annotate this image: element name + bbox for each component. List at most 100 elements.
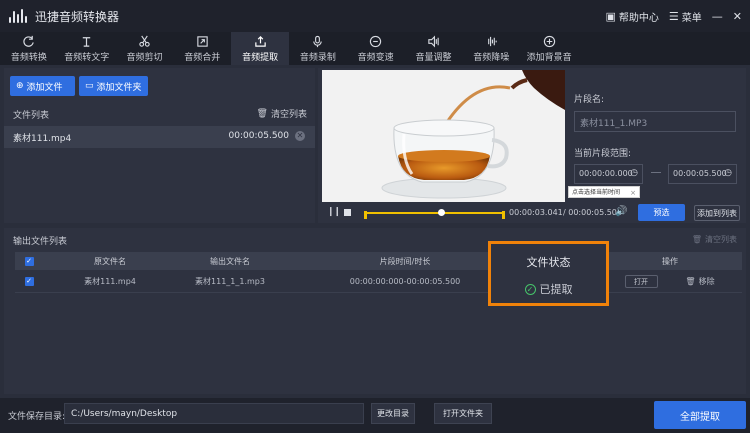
minimize-icon[interactable]: — bbox=[712, 10, 723, 23]
remove-file-icon[interactable]: ✕ bbox=[295, 131, 305, 141]
save-dir-label: 文件保存目录: bbox=[8, 412, 66, 422]
tab-audio-convert[interactable]: 音频转换 bbox=[0, 32, 58, 65]
text-icon bbox=[82, 36, 91, 47]
tooltip-close-icon[interactable]: × bbox=[630, 187, 636, 199]
row-select-cell: ✓ bbox=[15, 271, 43, 292]
trash-icon: 🗑 bbox=[256, 108, 268, 119]
table-row[interactable]: ✓ 素材111.mp4 素材111_1_1.mp3 00:00:00:000-0… bbox=[15, 271, 742, 293]
clear-output-button[interactable]: 🗑 清空列表 bbox=[692, 234, 737, 245]
current-time: 00:00:03.041 bbox=[509, 208, 563, 217]
tab-noise-reduce[interactable]: 音频降噪 bbox=[462, 32, 520, 65]
tab-audio-speed[interactable]: 音频变速 bbox=[347, 32, 405, 65]
range-end-field[interactable]: 00:00:05.500 ◷ bbox=[668, 164, 737, 184]
total-time: / 00:00:05.504 bbox=[563, 208, 622, 217]
source-file-panel: ⊕ 添加文件 ▭ 添加文件夹 文件列表 🗑 清空列表 素材111.mp4 00:… bbox=[4, 68, 315, 223]
clear-output-label: 清空列表 bbox=[705, 235, 737, 244]
change-dir-button[interactable]: 更改目录 bbox=[371, 403, 415, 424]
trash-icon: 🗑 bbox=[691, 235, 702, 244]
row-open-cell: 打开 bbox=[615, 271, 667, 292]
row-time-range: 00:00:00:000-00:00:05.500 bbox=[349, 277, 461, 286]
col-actions: 操作 bbox=[662, 256, 678, 266]
tab-audio-to-text[interactable]: 音频转文字 bbox=[58, 32, 116, 65]
open-button[interactable]: 打开 bbox=[624, 275, 658, 288]
remove-label: 移除 bbox=[698, 277, 715, 286]
file-duration: 00:00:05.500 bbox=[228, 131, 289, 141]
app-window: 迅捷音频转换器 ▣ 帮助中心 ☰ 菜单 — ✕ 音频转换 音频转文字 音频剪切 bbox=[0, 0, 750, 433]
menu-label: 菜单 bbox=[681, 12, 702, 24]
playhead-handle[interactable] bbox=[438, 209, 445, 216]
list-item[interactable]: 素材111.mp4 00:00:05.500 ✕ bbox=[4, 126, 315, 148]
tab-audio-merge[interactable]: 音频合并 bbox=[173, 32, 231, 65]
help-icon: ▣ bbox=[605, 9, 616, 23]
bottom-bar: 文件保存目录: C:/Users/mayn/Desktop 更改目录 打开文件夹… bbox=[0, 398, 750, 433]
remove-button[interactable]: 🗑 移除 bbox=[685, 276, 714, 287]
range-start-value: 00:00:00.000 bbox=[579, 169, 633, 178]
segment-name-label: 片段名: bbox=[574, 95, 605, 105]
tab-label: 音频剪切 bbox=[126, 52, 163, 63]
close-icon[interactable]: ✕ bbox=[733, 10, 742, 23]
range-end-value: 00:00:05.500 bbox=[673, 169, 727, 178]
speed-icon bbox=[370, 35, 382, 47]
volume-icon bbox=[428, 35, 439, 47]
col-time: 片段时间/时长 bbox=[379, 256, 431, 266]
clock-icon[interactable]: ◷ bbox=[630, 168, 638, 178]
range-start-field[interactable]: 00:00:00.000 ◷ bbox=[574, 164, 643, 184]
check-circle-icon: ✓ bbox=[524, 283, 536, 295]
status-text: 已提取 bbox=[539, 283, 573, 296]
menu-button[interactable]: ☰ 菜单 bbox=[669, 9, 702, 24]
folder-icon: ▭ bbox=[85, 81, 94, 91]
tab-label: 音频变速 bbox=[357, 52, 394, 63]
player-controls: ❙❙ 00:00:03.041 / 00:00:05.504 🔊 预选 添加到列… bbox=[318, 204, 746, 223]
feature-toolbar: 音频转换 音频转文字 音频剪切 音频合并 音频提取 音频录制 音频变速 音量调整… bbox=[0, 32, 750, 65]
app-logo-icon bbox=[9, 9, 27, 23]
preview-button[interactable]: 预选 bbox=[638, 204, 685, 221]
help-center-button[interactable]: ▣ 帮助中心 bbox=[606, 9, 659, 24]
select-all-checkbox[interactable]: ✓ bbox=[24, 256, 34, 266]
add-file-label: 添加文件 bbox=[26, 82, 63, 93]
add-to-list-button[interactable]: 添加到列表 bbox=[694, 205, 740, 221]
noise-icon bbox=[487, 36, 497, 46]
add-file-button[interactable]: ⊕ 添加文件 bbox=[10, 76, 75, 96]
table-header: ✓ 原文件名 输出文件名 片段时间/时长 文件状态 操作 bbox=[15, 252, 742, 270]
tab-audio-record[interactable]: 音频录制 bbox=[289, 32, 347, 65]
file-status-highlight: 文件状态 ✓ 已提取 bbox=[488, 241, 609, 306]
tab-label: 音频合并 bbox=[184, 52, 221, 63]
clock-icon[interactable]: ◷ bbox=[724, 168, 732, 178]
refresh-icon bbox=[23, 35, 35, 47]
scissors-icon bbox=[139, 35, 150, 47]
add-folder-button[interactable]: ▭ 添加文件夹 bbox=[79, 76, 148, 96]
tab-volume-adjust[interactable]: 音量调整 bbox=[405, 32, 463, 65]
merge-icon bbox=[197, 35, 208, 47]
tab-label: 音频降噪 bbox=[473, 52, 510, 63]
tab-audio-extract[interactable]: 音频提取 bbox=[231, 32, 289, 65]
range-start-handle[interactable] bbox=[364, 211, 367, 219]
add-folder-label: 添加文件夹 bbox=[96, 82, 142, 93]
clear-list-button[interactable]: 🗑 清空列表 bbox=[256, 107, 307, 121]
tab-add-background-music[interactable]: 添加背景音 bbox=[520, 32, 578, 65]
range-end-handle[interactable] bbox=[502, 211, 505, 219]
trash-icon: 🗑 bbox=[685, 277, 696, 286]
file-list-header: 文件列表 🗑 清空列表 bbox=[4, 104, 315, 124]
open-folder-button[interactable]: 打开文件夹 bbox=[434, 403, 492, 424]
tab-audio-cut[interactable]: 音频剪切 bbox=[116, 32, 174, 65]
title-bar: 迅捷音频转换器 ▣ 帮助中心 ☰ 菜单 — ✕ bbox=[0, 0, 750, 32]
timeline-slider[interactable] bbox=[364, 209, 505, 219]
save-dir-input[interactable]: C:/Users/mayn/Desktop bbox=[64, 403, 364, 424]
volume-icon[interactable]: 🔊 bbox=[615, 206, 627, 217]
segment-name-input[interactable]: 素材111_1.MP3 bbox=[574, 111, 736, 132]
plus-circle-icon: ⊕ bbox=[16, 81, 24, 91]
tea-cup-image bbox=[322, 70, 565, 202]
tab-label: 音频转文字 bbox=[64, 52, 110, 63]
row-checkbox[interactable]: ✓ bbox=[24, 277, 34, 286]
pause-icon[interactable]: ❙❙ bbox=[327, 207, 341, 217]
video-preview[interactable] bbox=[322, 70, 565, 202]
segment-range-label: 当前片段范围: bbox=[574, 149, 632, 159]
app-title: 迅捷音频转换器 bbox=[35, 9, 120, 24]
extract-all-button[interactable]: 全部提取 bbox=[654, 401, 746, 429]
col-output: 输出文件名 bbox=[210, 256, 250, 266]
music-add-icon bbox=[543, 35, 555, 47]
menu-icon: ☰ bbox=[668, 9, 679, 23]
status-column-title: 文件状态 bbox=[526, 256, 571, 269]
mic-icon bbox=[313, 35, 323, 47]
stop-icon[interactable] bbox=[344, 209, 351, 216]
